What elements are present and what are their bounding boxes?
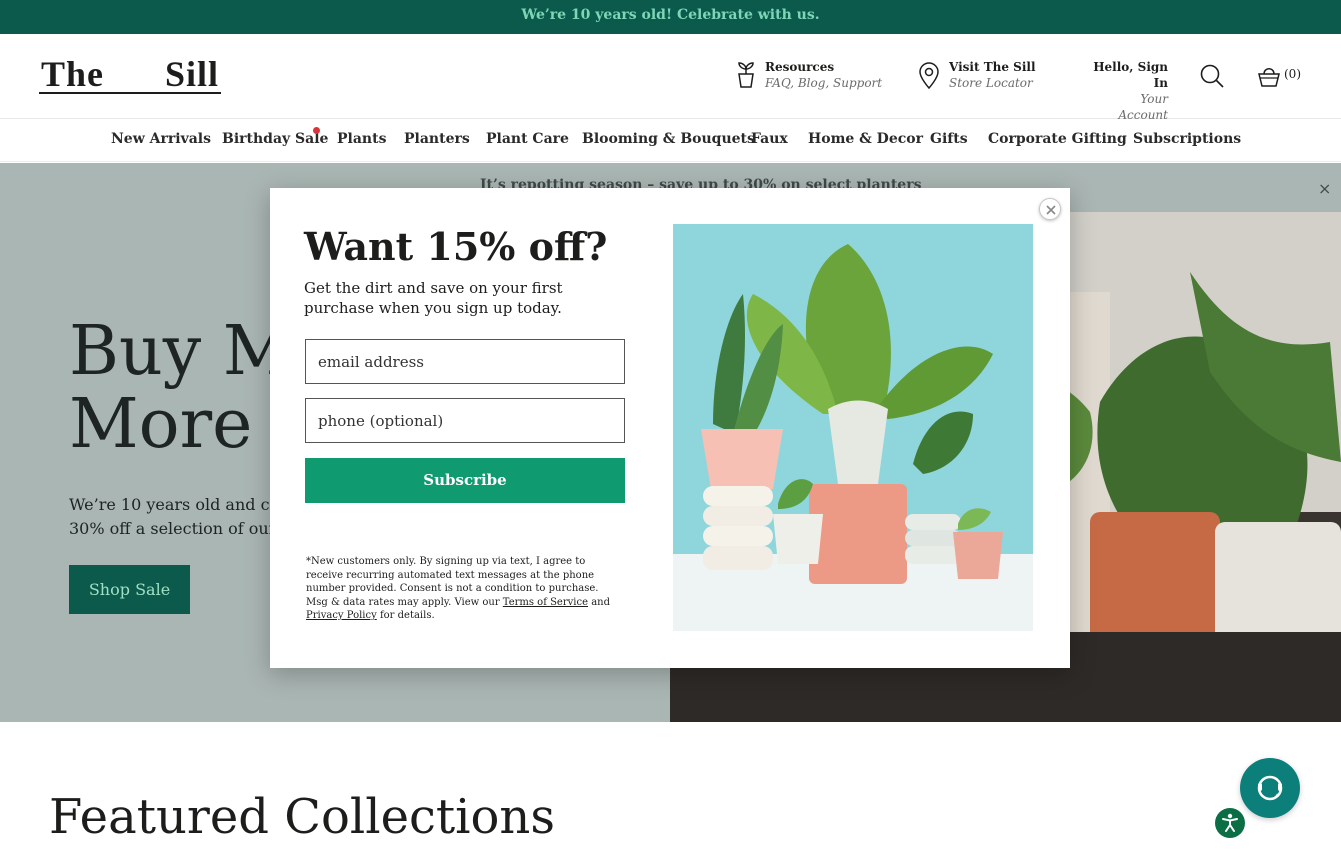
modal-close-button[interactable] [1039,198,1061,220]
terms-of-service-link[interactable]: Terms of Service [503,597,588,608]
announcement-bar[interactable]: We’re 10 years old! Celebrate with us. [0,0,1341,34]
chat-button[interactable] [1240,758,1300,818]
new-badge-dot [313,127,320,134]
resources-subtitle: FAQ, Blog, Support [765,76,883,90]
nav-plants[interactable]: Plants [337,131,386,147]
announcement-text[interactable]: We’re 10 years old! Celebrate with us. [521,7,819,23]
featured-collections-heading: Featured Collections [49,789,555,845]
modal-subtitle: Get the dirt and save on your first purc… [304,279,563,317]
cart-count: (0) [1284,67,1301,81]
accessibility-button[interactable] [1215,808,1245,838]
signup-modal: Want 15% off? Get the dirt and save on y… [270,188,1070,668]
search-icon[interactable] [1199,63,1225,89]
phone-field[interactable] [305,398,625,443]
visit-title: Visit The Sill [949,60,1036,74]
nav-planters[interactable]: Planters [404,131,470,147]
modal-plants-image [673,224,1033,631]
nav-gifts[interactable]: Gifts [930,131,968,147]
modal-title: Want 15% off? [304,224,608,269]
main-nav: New Arrivals Birthday Sale Plants Plante… [0,119,1341,162]
visit-subtitle: Store Locator [949,76,1033,90]
legal-end: for details. [379,610,435,621]
nav-birthday-sale[interactable]: Birthday Sale [222,131,328,147]
privacy-policy-link[interactable]: Privacy Policy [306,610,377,621]
account-link[interactable]: Hello, Sign In Your Account [1090,59,1168,123]
hero-description: We’re 10 years old and celeb 30% off a s… [69,493,304,541]
hero-desc-line1: We’re 10 years old and celeb [69,495,304,514]
promo-close-icon[interactable]: × [1318,181,1331,197]
shop-sale-button[interactable]: Shop Sale [69,565,190,614]
site-header: The Sill Resources FAQ, Blog, Support Vi… [0,34,1341,122]
cart-basket-icon [1258,68,1280,87]
plant-icon [738,62,754,88]
accessibility-icon [1222,813,1238,832]
legal-and: and [591,596,610,608]
nav-subscriptions[interactable]: Subscriptions [1133,131,1241,147]
nav-home-decor[interactable]: Home & Decor [808,131,923,147]
nav-faux[interactable]: Faux [751,131,788,147]
cart-button[interactable]: (0) [1256,63,1301,92]
subscribe-button[interactable]: Subscribe [305,458,625,503]
location-pin-icon [919,62,939,90]
legal-disclaimer: *New customers only. By signing up via t… [306,555,612,623]
chat-icon [1257,775,1283,801]
logo-word-sill: Sill [164,54,219,94]
nav-new-arrivals[interactable]: New Arrivals [111,131,211,147]
email-field[interactable] [305,339,625,384]
nav-corporate-gifting[interactable]: Corporate Gifting [988,131,1127,147]
nav-plant-care[interactable]: Plant Care [486,131,569,147]
site-logo[interactable]: The Sill [39,56,221,94]
logo-word-the: The [41,54,105,94]
close-icon [1046,205,1056,215]
hero-desc-line2: 30% off a selection of our s [69,519,290,538]
resources-title: Resources [765,60,835,74]
nav-blooming-bouquets[interactable]: Blooming & Bouquets [582,131,755,147]
account-title: Hello, Sign In [1093,60,1168,90]
resources-link[interactable]: Resources FAQ, Blog, Support [734,59,882,91]
visit-store-link[interactable]: Visit The Sill Store Locator [918,59,1036,91]
